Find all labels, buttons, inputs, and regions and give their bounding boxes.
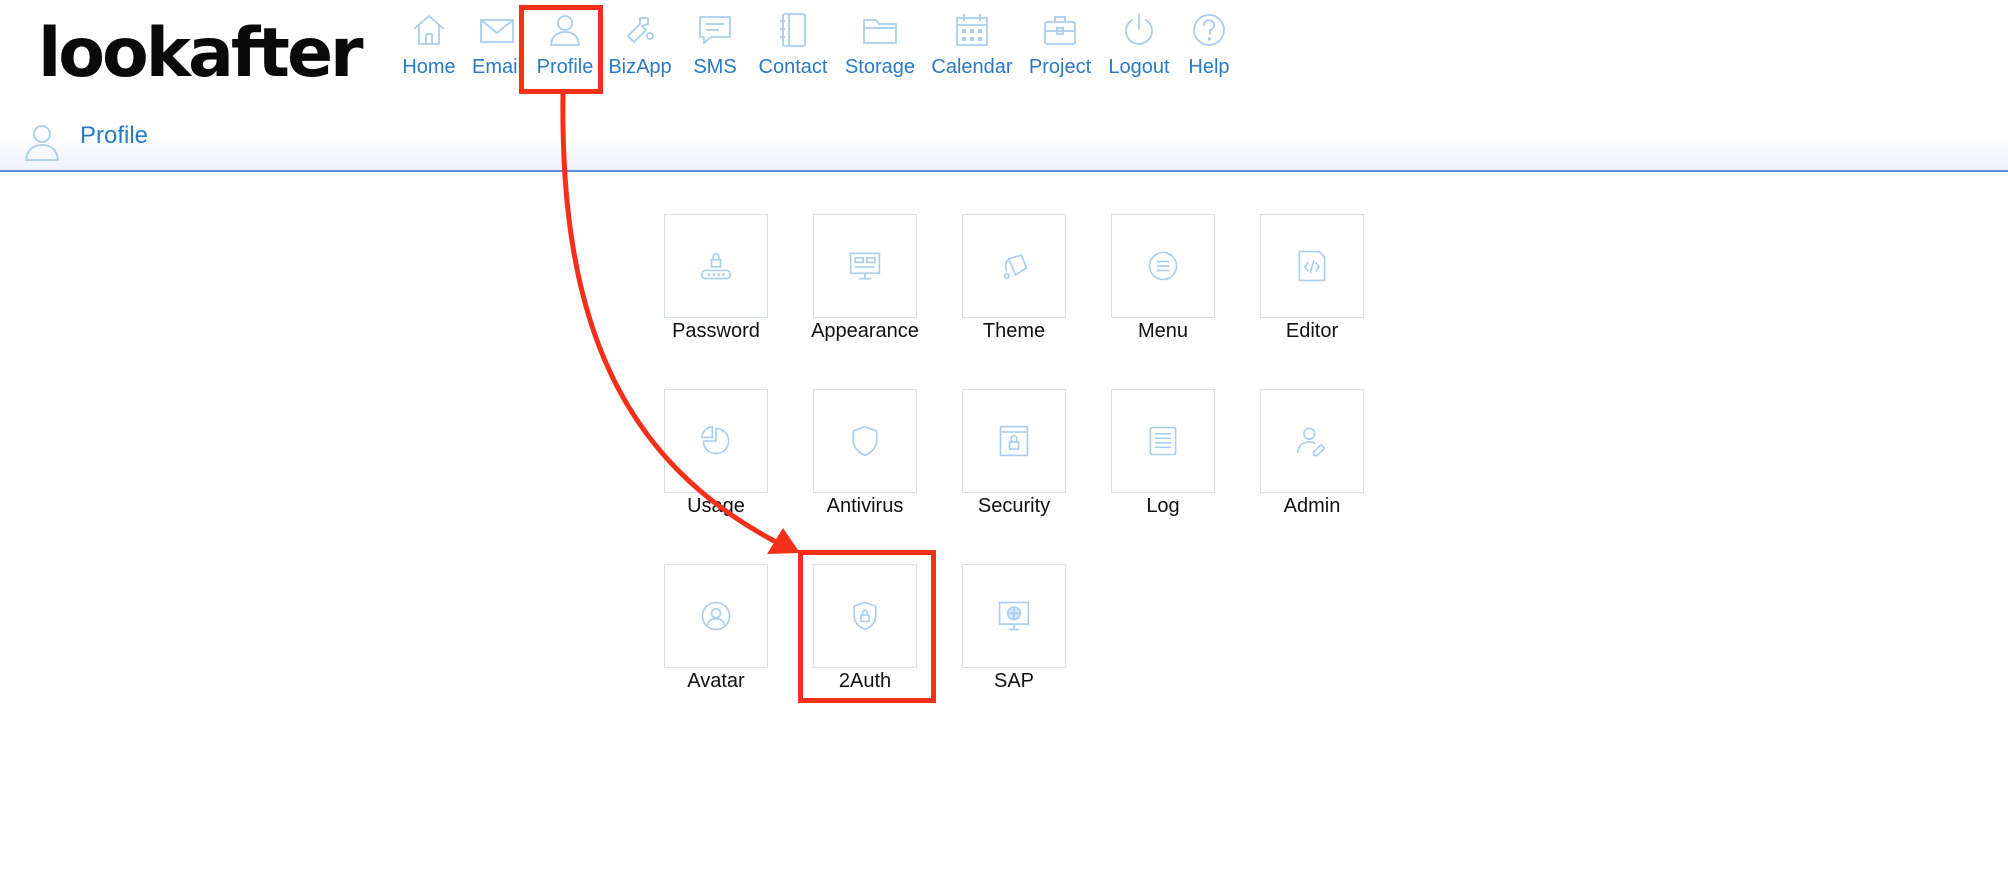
nav-profile[interactable]: Profile xyxy=(530,10,600,79)
theme-paint-icon xyxy=(1003,254,1028,279)
nav-bizapp[interactable]: BizApp xyxy=(600,10,680,79)
tile-2auth[interactable]: 2Auth xyxy=(790,564,940,693)
tile-label: Editor xyxy=(1285,320,1339,342)
nav-storage[interactable]: Storage xyxy=(836,10,924,79)
page-header-bar: Profile xyxy=(0,110,2008,172)
tile-antivirus[interactable]: Antivirus xyxy=(790,389,940,518)
tile-log[interactable]: Log xyxy=(1088,389,1238,518)
tile-box xyxy=(664,564,768,668)
tile-admin[interactable]: Admin xyxy=(1237,389,1387,518)
profile-icon xyxy=(25,125,59,161)
tile-label: Theme xyxy=(982,320,1046,342)
sap-globe-monitor-icon xyxy=(998,601,1030,631)
contact-icon xyxy=(780,13,806,47)
tile-sap[interactable]: SAP xyxy=(939,564,1089,693)
calendar-icon xyxy=(956,14,988,46)
antivirus-shield-icon xyxy=(852,425,878,457)
power-icon xyxy=(1125,13,1153,45)
menu-list-icon xyxy=(1148,251,1178,281)
tile-label: Security xyxy=(977,495,1051,517)
tile-box xyxy=(1111,214,1215,318)
bizapp-icon xyxy=(627,17,654,43)
nav-profile-label: Profile xyxy=(536,56,594,78)
appearance-monitor-icon xyxy=(849,252,881,280)
tile-box xyxy=(1260,214,1364,318)
tile-label: Menu xyxy=(1137,320,1189,342)
profile-icon xyxy=(550,15,580,46)
top-nav: Home Email Profile BizApp SMS Contact St… xyxy=(394,10,1240,79)
avatar-icon xyxy=(701,601,731,631)
tile-box xyxy=(813,389,917,493)
nav-calendar[interactable]: Calendar xyxy=(924,10,1020,79)
tile-box xyxy=(813,564,917,668)
tile-security[interactable]: Security xyxy=(939,389,1089,518)
security-lock-window-icon xyxy=(999,425,1029,457)
tile-box xyxy=(813,214,917,318)
nav-contact-label: Contact xyxy=(758,56,828,78)
two-auth-shield-lock-icon xyxy=(853,601,877,631)
nav-email-label: Email xyxy=(471,56,522,78)
log-document-icon xyxy=(1149,426,1177,456)
tile-box xyxy=(962,564,1066,668)
password-lock-icon xyxy=(700,252,732,280)
tile-box xyxy=(664,389,768,493)
nav-help-label: Help xyxy=(1188,56,1230,78)
tile-box xyxy=(1111,389,1215,493)
lookafter-logo[interactable]: lookafter xyxy=(38,20,364,88)
tile-label: Appearance xyxy=(811,320,919,342)
usage-pie-icon xyxy=(700,425,730,455)
tile-usage[interactable]: Usage xyxy=(641,389,791,518)
nav-bizapp-label: BizApp xyxy=(608,56,672,78)
tile-box xyxy=(962,389,1066,493)
sms-icon xyxy=(699,16,731,44)
tile-label: Avatar xyxy=(687,670,745,692)
nav-sms[interactable]: SMS xyxy=(680,10,750,79)
editor-code-icon xyxy=(1298,250,1326,282)
tile-label: Log xyxy=(1146,495,1180,517)
tile-box xyxy=(664,214,768,318)
page-title: Profile xyxy=(80,122,149,149)
email-icon xyxy=(480,19,514,43)
tile-label: SAP xyxy=(993,670,1035,692)
tile-label: 2Auth xyxy=(838,670,892,692)
nav-home[interactable]: Home xyxy=(394,10,464,79)
storage-folder-icon xyxy=(863,19,897,44)
nav-home-label: Home xyxy=(402,56,456,78)
tile-label: Admin xyxy=(1283,495,1341,517)
tile-password[interactable]: Password xyxy=(641,214,791,343)
nav-storage-label: Storage xyxy=(844,56,916,78)
home-icon xyxy=(413,15,445,45)
tile-avatar[interactable]: Avatar xyxy=(641,564,791,693)
help-icon xyxy=(1193,14,1225,46)
tile-menu[interactable]: Menu xyxy=(1088,214,1238,343)
admin-user-icon xyxy=(1296,427,1326,457)
tile-theme[interactable]: Theme xyxy=(939,214,1089,343)
tile-box xyxy=(962,214,1066,318)
tile-label: Password xyxy=(672,320,760,342)
nav-project[interactable]: Project xyxy=(1020,10,1100,79)
nav-calendar-label: Calendar xyxy=(931,56,1013,78)
tile-box xyxy=(1260,389,1364,493)
project-briefcase-icon xyxy=(1044,16,1076,45)
nav-logout-label: Logout xyxy=(1108,56,1170,78)
nav-help[interactable]: Help xyxy=(1178,10,1240,79)
tile-label: Antivirus xyxy=(826,495,904,517)
tile-label: Usage xyxy=(687,495,745,517)
tile-appearance[interactable]: Appearance xyxy=(790,214,940,343)
nav-sms-label: SMS xyxy=(693,56,737,78)
nav-project-label: Project xyxy=(1028,56,1092,78)
nav-email[interactable]: Email xyxy=(464,10,530,79)
nav-logout[interactable]: Logout xyxy=(1100,10,1178,79)
nav-contact[interactable]: Contact xyxy=(750,10,836,79)
tile-editor[interactable]: Editor xyxy=(1237,214,1387,343)
